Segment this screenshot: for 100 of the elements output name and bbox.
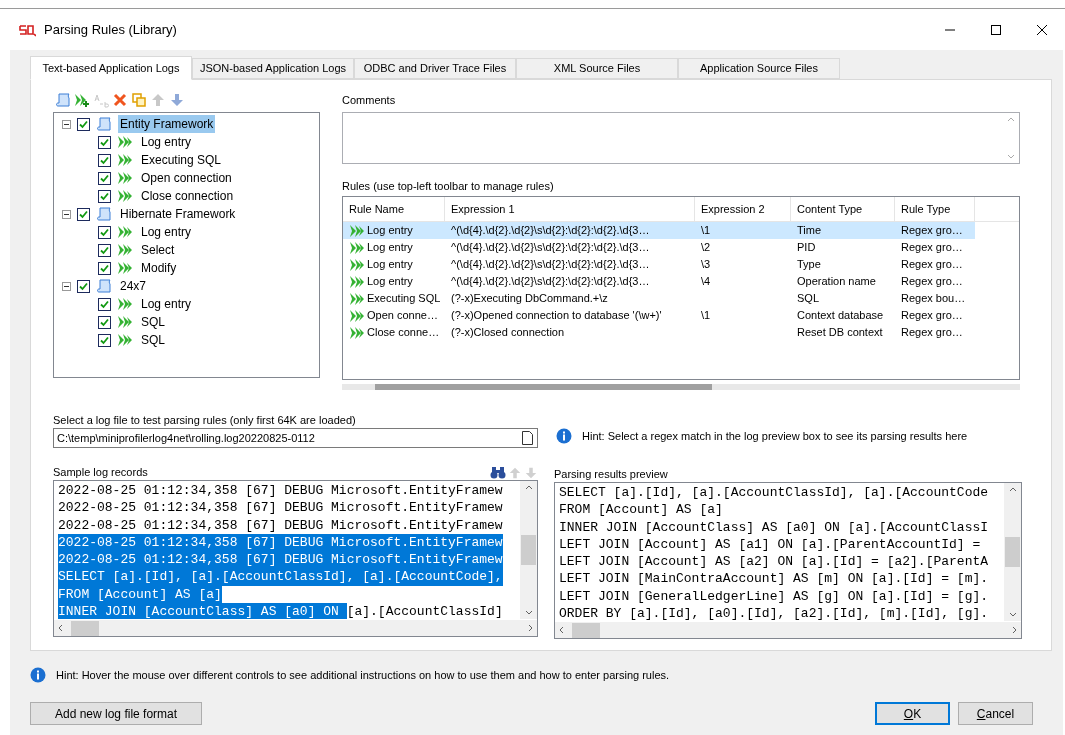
column-header[interactable]: Expression 1	[445, 197, 695, 221]
scroll-down-icon[interactable]	[1008, 612, 1017, 617]
maximize-icon[interactable]	[991, 24, 1001, 35]
tree-item[interactable]: SQL	[139, 331, 167, 349]
horizontal-scrollbar[interactable]	[342, 384, 1020, 390]
table-cell-text: SQL	[797, 291, 819, 307]
table-cell-text: Regex gro…	[901, 223, 963, 239]
preview-line: INNER JOIN [AccountClass] AS [a0] ON [a].[AccountClassI	[559, 518, 990, 536]
sample-log-box[interactable]	[53, 480, 538, 637]
log-line[interactable]: [a].[AccountClassId]	[346, 603, 503, 619]
table-cell-text: \2	[701, 240, 711, 256]
log-file-label: Select a log file to test parsing rules (only first 64K are loaded)	[53, 413, 357, 428]
table-cell-text: \3	[701, 257, 711, 273]
rule-arrows-icon	[349, 290, 365, 307]
table-row[interactable]: Close conne… (?-x)Closed connection Reset DB context Regex gro…	[343, 324, 975, 341]
checkbox[interactable]	[98, 315, 111, 329]
preview-box[interactable]	[554, 482, 1022, 639]
rule-arrows-icon	[349, 256, 365, 273]
table-cell-text: Regex gro…	[901, 257, 963, 273]
checkbox[interactable]	[98, 225, 111, 239]
scroll-thumb[interactable]	[1005, 537, 1020, 567]
scroll-up-icon[interactable]	[524, 485, 533, 490]
sample-log-label: Sample log records	[53, 464, 148, 480]
tree-item[interactable]: Hibernate Framework	[118, 205, 238, 223]
collapse-icon[interactable]	[62, 209, 71, 219]
rule-arrows-icon	[117, 296, 133, 312]
horizontal-scrollbar[interactable]	[54, 619, 537, 636]
log-line[interactable]: 2022-08-25 01:12:34,358 [67] DEBUG Microsoft.EntityFramew	[58, 516, 503, 534]
table-cell-text: (?-x)Executing DbCommand.+\z	[451, 291, 608, 307]
table-cell-text: Log entry	[367, 240, 413, 256]
tab[interactable]: JSON-based Application Logs	[192, 58, 354, 79]
checkbox[interactable]	[98, 243, 111, 257]
column-header[interactable]: Rule Type	[895, 197, 975, 221]
vertical-scrollbar[interactable]	[520, 481, 537, 619]
vertical-scrollbar[interactable]	[1004, 483, 1021, 621]
info-icon	[30, 667, 46, 683]
info-icon	[556, 428, 572, 444]
file-icon[interactable]	[522, 431, 533, 445]
add-rule-icon[interactable]	[74, 92, 90, 108]
checkbox[interactable]	[98, 171, 111, 185]
checkbox[interactable]	[98, 135, 111, 149]
checkbox[interactable]	[98, 153, 111, 167]
scroll-thumb[interactable]	[572, 622, 600, 638]
tab[interactable]: ODBC and Driver Trace Files	[354, 58, 516, 79]
checkbox[interactable]	[77, 117, 90, 131]
tab[interactable]: XML Source Files	[516, 58, 678, 79]
tree-item[interactable]: SQL	[139, 313, 167, 331]
collapse-icon[interactable]	[62, 119, 71, 129]
checkbox[interactable]	[98, 297, 111, 311]
collapse-icon[interactable]	[62, 281, 71, 291]
tree-item[interactable]: Log entry	[139, 295, 194, 313]
table-row[interactable]: Log entry ^(\d{4}.\d{2}.\d{2}\s\d{2}:\d{2}:\d{2}.\d{3… \1 Time Regex gro…	[343, 222, 975, 239]
scroll-right-icon[interactable]	[1012, 626, 1017, 634]
preview-line: LEFT JOIN [Account] AS [a1] ON [a].[ParentAccountId] =	[559, 535, 982, 554]
tab[interactable]: Text-based Application Logs	[30, 56, 192, 80]
checkbox[interactable]	[98, 189, 111, 203]
scroll-thumb[interactable]	[521, 535, 536, 565]
tree-item[interactable]: Close connection	[139, 187, 236, 205]
table-row[interactable]: Log entry ^(\d{4}.\d{2}.\d{2}\s\d{2}:\d{2}:\d{2}.\d{3… \3 Type Regex gro…	[343, 256, 975, 273]
scroll-right-icon[interactable]	[528, 624, 533, 632]
table-row[interactable]: Log entry ^(\d{4}.\d{2}.\d{2}\s\d{2}:\d{2}:\d{2}.\d{3… \2 PID Regex gro…	[343, 239, 975, 256]
column-header[interactable]: Content Type	[791, 197, 895, 221]
tree-item[interactable]: Select	[139, 241, 177, 259]
scroll-thumb[interactable]	[71, 620, 99, 636]
tab[interactable]: Application Source Files	[678, 58, 840, 79]
column-header[interactable]: Rule Name	[343, 197, 445, 221]
binoculars-icon[interactable]	[490, 466, 506, 480]
tree-item[interactable]: Entity Framework	[118, 115, 216, 133]
table-row[interactable]: Executing SQL (?-x)Executing DbCommand.+\z SQL Regex bou…	[343, 290, 975, 307]
dialog-button[interactable]: Cancel	[958, 702, 1033, 725]
checkbox[interactable]	[98, 261, 111, 275]
tree-item[interactable]: Log entry	[139, 223, 194, 241]
dialog-button[interactable]: Add new log file format	[30, 702, 203, 725]
log-line[interactable]: 2022-08-25 01:12:34,358 [67] DEBUG Microsoft.EntityFramew	[58, 482, 503, 500]
tree-item[interactable]: Log entry	[139, 133, 194, 151]
table-cell-text: Context database	[797, 308, 884, 324]
scroll-left-icon[interactable]	[58, 624, 63, 632]
preview-line: LEFT JOIN [Account] AS [a2] ON [a].[Id] = [a2].[ParentA	[559, 553, 990, 571]
close-icon[interactable]	[1037, 24, 1047, 35]
new-scroll-icon[interactable]	[55, 92, 71, 108]
checkbox[interactable]	[77, 279, 90, 293]
tree-item[interactable]: Executing SQL	[139, 151, 224, 169]
delete-icon[interactable]	[112, 92, 128, 108]
log-file-field[interactable]: C:\temp\miniprofilerlog4net\rolling.log20220825-0112	[53, 428, 538, 448]
checkbox[interactable]	[98, 333, 111, 347]
checkbox[interactable]	[77, 207, 90, 221]
scroll-left-icon[interactable]	[559, 626, 564, 634]
table-row[interactable]: Log entry ^(\d{4}.\d{2}.\d{2}\s\d{2}:\d{2}:\d{2}.\d{3… \4 Operation name Regex gro…	[343, 273, 975, 290]
table-row[interactable]: Open conne… (?-x)Opened connection to database '(\w+)' \1 Context database Regex gro…	[343, 307, 975, 324]
rules-label: Rules (use top-left toolbar to manage rules)	[342, 179, 555, 194]
scroll-down-icon[interactable]	[524, 610, 533, 615]
tree-item[interactable]: 24x7	[118, 277, 149, 295]
dialog-button[interactable]: OK	[875, 702, 950, 725]
column-header[interactable]: Expression 2	[695, 197, 791, 221]
scroll-up-icon[interactable]	[1008, 487, 1017, 492]
horizontal-scrollbar[interactable]	[555, 621, 1021, 638]
tree-item[interactable]: Modify	[139, 259, 179, 277]
tree-item[interactable]: Open connection	[139, 169, 234, 187]
rule-arrows-icon	[349, 273, 365, 290]
log-line[interactable]: 2022-08-25 01:12:34,358 [67] DEBUG Microsoft.EntityFramew	[58, 499, 503, 517]
